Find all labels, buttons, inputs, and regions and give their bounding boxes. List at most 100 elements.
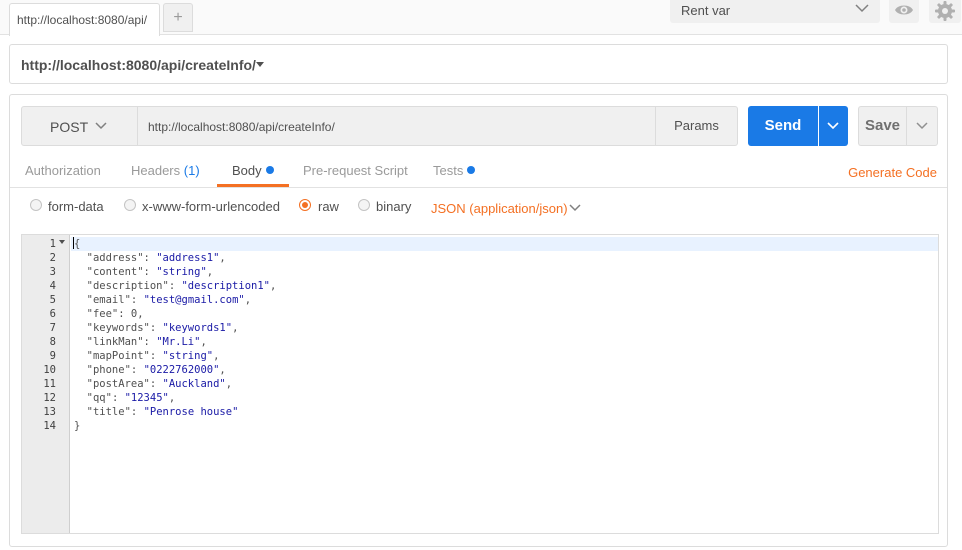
code-token: { [74, 238, 81, 250]
radio-raw[interactable] [299, 199, 311, 211]
line-number: 6 [49, 308, 56, 320]
line-number: 10 [43, 364, 56, 376]
chevron-down-icon[interactable] [567, 200, 583, 216]
tab-tests-label: Tests [433, 163, 464, 178]
radio-form-data-label[interactable]: form-data [48, 199, 104, 214]
line-number: 3 [49, 266, 56, 278]
environment-quick-look-button[interactable] [889, 0, 919, 23]
code-token: , [168, 392, 176, 404]
save-button[interactable]: Save [858, 106, 906, 146]
code-token: "keywords" [74, 322, 150, 334]
headers-count-badge: (1) [183, 163, 200, 178]
code-content[interactable]: { "address": "address1", "content": "str… [73, 237, 277, 433]
code-token: "postArea" [74, 378, 150, 390]
code-token: } [74, 420, 81, 432]
tab-authorization[interactable]: Authorization [25, 163, 101, 178]
method-select[interactable]: POST [22, 107, 138, 145]
params-button-label: Params [674, 118, 719, 133]
code-token: , [213, 350, 220, 362]
chevron-down-icon [916, 122, 928, 130]
tab-pre-request-script[interactable]: Pre-request Script [303, 163, 408, 178]
code-token: "12345" [124, 392, 169, 404]
content-type-select[interactable]: JSON (application/json) [431, 201, 568, 216]
radio-raw-label[interactable]: raw [318, 199, 339, 214]
code-token: "keywords1" [162, 322, 233, 334]
method-select-value: POST [50, 119, 89, 135]
code-token: "string" [156, 266, 207, 278]
line-number: 9 [49, 350, 56, 362]
radio-urlencoded[interactable] [124, 199, 136, 211]
code-line: "title": "Penrose house" [74, 405, 276, 419]
code-line: "content": "string", [74, 265, 276, 279]
code-token: , [219, 364, 226, 376]
code-token: "email" [74, 294, 131, 306]
generate-code-link[interactable]: Generate Code [848, 165, 937, 180]
line-number: 13 [43, 406, 56, 418]
code-token: "string" [162, 350, 214, 362]
line-number-gutter: 1 2 3 4 5 6 7 8 9 10 11 12 13 14 [22, 235, 70, 533]
tab-authorization-label: Authorization [25, 163, 101, 178]
code-token: , [200, 336, 207, 348]
url-input[interactable]: http://localhost:8080/api/createInfo/ [148, 120, 335, 134]
radio-binary[interactable] [358, 199, 370, 211]
fold-caret-icon[interactable] [59, 240, 65, 244]
line-number: 7 [49, 322, 56, 334]
code-token: , [219, 252, 226, 264]
code-token: "title" [74, 406, 131, 418]
code-line: "linkMan": "Mr.Li", [74, 335, 276, 349]
chevron-down-icon [855, 4, 869, 13]
code-token: : [149, 350, 163, 362]
radio-binary-label[interactable]: binary [376, 199, 411, 214]
tab-tests[interactable]: Tests [433, 163, 476, 178]
code-token: "qq" [74, 392, 112, 404]
code-token: "Penrose house" [143, 406, 239, 418]
code-token: : [111, 392, 125, 404]
environment-select[interactable]: Rent var [670, 0, 880, 23]
line-number: 8 [49, 336, 56, 348]
request-tab-label: http://localhost:8080/api/ [17, 13, 148, 27]
code-line: "email": "test@gmail.com", [74, 293, 276, 307]
caret-down-icon[interactable] [256, 62, 264, 67]
radio-form-data[interactable] [30, 199, 42, 211]
chevron-down-icon [95, 122, 107, 130]
request-tab[interactable]: http://localhost:8080/api/ [9, 3, 160, 36]
manage-environments-button[interactable] [929, 0, 961, 23]
send-button-label: Send [764, 117, 802, 134]
tab-headers[interactable]: Headers (1) [131, 163, 200, 178]
code-line: "description": "description1", [74, 279, 277, 293]
params-button[interactable]: Params [655, 107, 737, 145]
save-options-button[interactable] [906, 106, 938, 146]
request-name-bar[interactable]: http://localhost:8080/api/createInfo/ [9, 44, 948, 84]
radio-urlencoded-label[interactable]: x-www-form-urlencoded [142, 199, 280, 214]
request-panel: POST http://localhost:8080/api/createInf… [9, 94, 948, 547]
tab-pre-request-label: Pre-request Script [303, 163, 408, 178]
code-token: , [137, 308, 144, 320]
code-line: "fee": 0, [74, 307, 276, 321]
body-code-editor[interactable]: 1 2 3 4 5 6 7 8 9 10 11 12 13 14 { "address": "addres… [21, 234, 939, 534]
code-token: "Mr.Li" [156, 336, 201, 348]
line-number: 5 [49, 294, 56, 306]
code-token: : [118, 308, 131, 320]
line-number: 12 [43, 392, 56, 404]
tab-body[interactable]: Body [232, 163, 274, 178]
send-button[interactable]: Send [748, 106, 818, 146]
code-token: : [149, 322, 163, 334]
code-token: : [149, 378, 163, 390]
send-options-button[interactable] [819, 106, 848, 146]
code-token: "phone" [74, 364, 131, 376]
line-number: 1 [49, 238, 56, 250]
active-tab-underline [217, 184, 289, 187]
code-token: , [232, 322, 239, 334]
code-token: "address1" [156, 252, 220, 264]
save-button-label: Save [864, 117, 901, 134]
code-line: "keywords": "keywords1", [74, 321, 276, 335]
code-token: "0222762000" [143, 364, 220, 376]
line-number: 14 [43, 420, 56, 432]
code-token: , [225, 378, 233, 390]
code-token: "description1" [181, 280, 270, 292]
code-line: "qq": "12345", [74, 391, 276, 405]
new-tab-button[interactable]: + [163, 3, 193, 32]
request-subtabs: Authorization Headers (1) Body Pre-reque… [10, 156, 947, 188]
code-token: , [270, 280, 277, 292]
eye-icon [895, 5, 913, 15]
